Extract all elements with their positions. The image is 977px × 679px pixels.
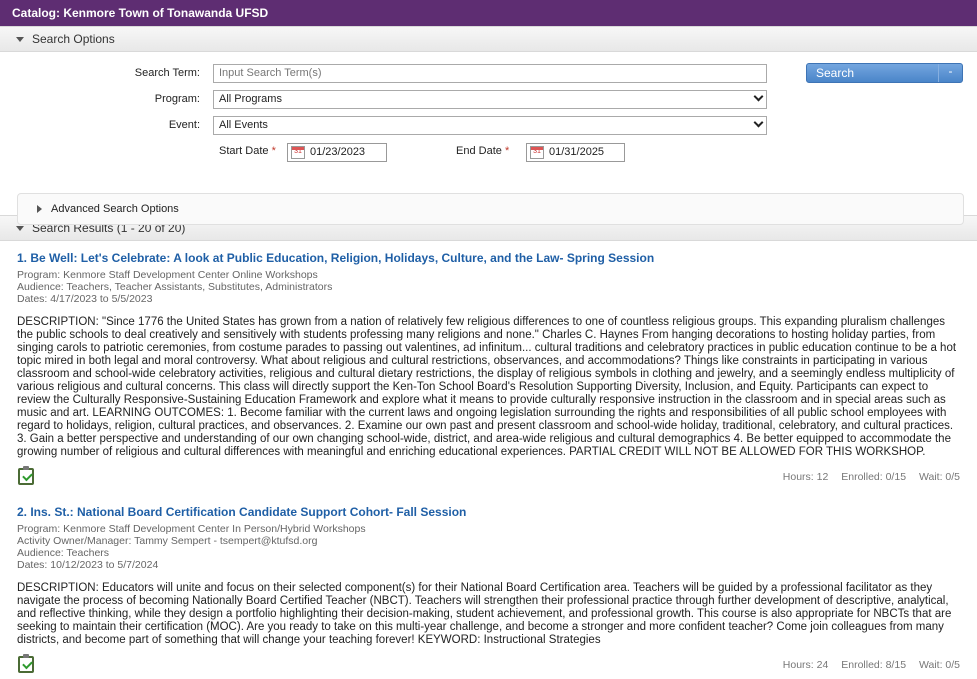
chevron-down-icon <box>753 117 764 128</box>
result-program: Program: Kenmore Staff Development Cente… <box>17 269 318 281</box>
result-hours: Hours: 24 <box>782 659 829 671</box>
start-date-input[interactable]: 31 01/23/2023 <box>287 143 387 162</box>
clipboard-check-icon[interactable] <box>18 654 34 673</box>
result-program: Program: Kenmore Staff Development Cente… <box>17 523 366 535</box>
search-panel: Search Term: Input Search Term(s) Progra… <box>0 52 977 225</box>
start-date-value: 01/23/2023 <box>310 146 366 158</box>
program-select-value: All Programs <box>219 93 282 105</box>
result-dates: Dates: 10/12/2023 to 5/7/2024 <box>17 559 159 571</box>
event-select-value: All Events <box>219 119 268 131</box>
result-enrolled: Enrolled: 8/15 <box>841 659 907 671</box>
search-term-label: Search Term: <box>134 67 200 79</box>
calendar-icon-day: 31 <box>294 148 302 155</box>
catalog-title: Catalog: Kenmore Town of Tonawanda UFSD <box>0 0 977 26</box>
search-options-header[interactable]: Search Options <box>0 26 977 52</box>
collapse-triangle-icon <box>16 37 24 43</box>
result-dates: Dates: 4/17/2023 to 5/5/2023 <box>17 293 153 305</box>
advanced-search-label: Advanced Search Options <box>51 203 179 215</box>
end-date-input[interactable]: 31 01/31/2025 <box>526 143 625 162</box>
search-button[interactable]: Search - <box>806 63 963 83</box>
result-footer: Hours: 24 Enrolled: 8/15 Wait: 0/5 <box>17 654 960 678</box>
calendar-icon-day: 31 <box>533 148 541 155</box>
start-date-label-text: Start Date <box>219 145 269 157</box>
event-select[interactable]: All Events <box>213 116 767 135</box>
result-title-link[interactable]: 2. Ins. St.: National Board Certificatio… <box>17 505 466 519</box>
result-footer: Hours: 12 Enrolled: 0/15 Wait: 0/5 <box>17 466 960 490</box>
result-item: 1. Be Well: Let's Celebrate: A look at P… <box>17 251 960 490</box>
result-owner: Activity Owner/Manager: Tammy Sempert - … <box>17 535 318 547</box>
result-wait: Wait: 0/5 <box>918 659 960 671</box>
search-button-label: Search <box>816 66 855 80</box>
search-options-dropdown[interactable]: - <box>938 64 962 82</box>
end-date-label-text: End Date <box>456 145 502 157</box>
result-audience: Audience: Teachers, Teacher Assistants, … <box>17 281 333 293</box>
calendar-icon[interactable]: 31 <box>530 146 544 159</box>
program-select[interactable]: All Programs <box>213 90 767 109</box>
end-date-value: 01/31/2025 <box>549 146 605 158</box>
result-enrolled: Enrolled: 0/15 <box>841 471 907 483</box>
result-stats: Hours: 24 Enrolled: 8/15 Wait: 0/5 <box>773 659 960 671</box>
start-date-label: Start Date * <box>219 141 276 161</box>
results-list: 1. Be Well: Let's Celebrate: A look at P… <box>0 251 977 678</box>
expand-triangle-icon <box>37 205 42 214</box>
result-description: DESCRIPTION: "Since 1776 the United Stat… <box>17 316 957 458</box>
calendar-icon[interactable]: 31 <box>291 146 305 159</box>
result-item: 2. Ins. St.: National Board Certificatio… <box>17 505 960 678</box>
end-date-label: End Date * <box>456 141 509 161</box>
search-term-input[interactable]: Input Search Term(s) <box>213 64 767 83</box>
program-label: Program: <box>154 93 200 105</box>
required-marker: * <box>271 145 276 157</box>
event-label: Event: <box>168 119 200 131</box>
clipboard-check-icon[interactable] <box>18 466 34 485</box>
result-title-link[interactable]: 1. Be Well: Let's Celebrate: A look at P… <box>17 251 654 265</box>
result-stats: Hours: 12 Enrolled: 0/15 Wait: 0/5 <box>773 471 960 483</box>
required-marker: * <box>504 145 510 157</box>
result-description: DESCRIPTION: Educators will unite and fo… <box>17 582 952 646</box>
result-hours: Hours: 12 <box>782 471 829 483</box>
result-wait: Wait: 0/5 <box>918 471 960 483</box>
collapse-triangle-icon <box>16 226 24 232</box>
chevron-down-icon <box>753 91 764 102</box>
advanced-search-toggle[interactable]: Advanced Search Options <box>17 193 964 225</box>
result-audience: Audience: Teachers <box>17 547 110 559</box>
search-options-label: Search Options <box>32 32 115 46</box>
